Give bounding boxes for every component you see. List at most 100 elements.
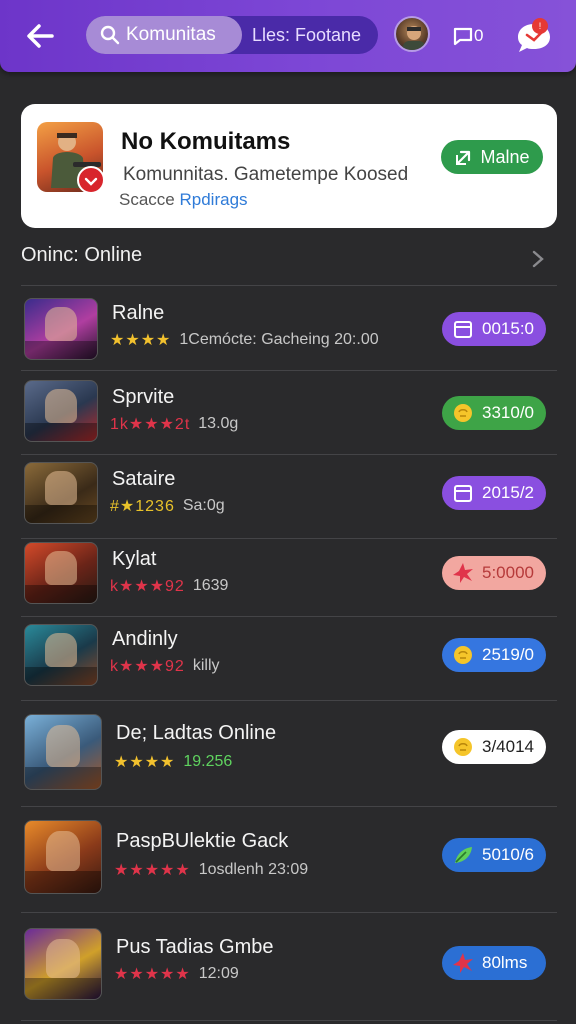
divider xyxy=(21,616,557,617)
game-status-badge[interactable]: 3310/0 xyxy=(442,396,546,430)
coin-icon xyxy=(452,736,474,758)
badge-label: 3310/0 xyxy=(482,403,534,422)
game-meta-text: Sa:0g xyxy=(182,497,225,514)
join-label: Malne xyxy=(480,146,530,167)
messages-count: 0 xyxy=(474,26,484,45)
game-row[interactable]: Kylat k★★★92 1639 5:0000 xyxy=(21,538,557,616)
game-status-badge[interactable]: 80lms xyxy=(442,946,546,980)
game-title: Andinly xyxy=(112,628,178,650)
game-status-badge[interactable]: 0015:0 xyxy=(442,312,546,346)
chevron-right-icon[interactable] xyxy=(530,250,546,268)
game-thumbnail xyxy=(24,928,102,1000)
game-meta: ★★★★ 19.256 xyxy=(114,752,232,772)
game-meta-text: 1Cemócte: Gacheing 20:.00 xyxy=(179,331,379,348)
divider xyxy=(21,454,557,455)
coin-icon xyxy=(452,644,474,666)
top-app-bar: Komunitas Lles: Footane 0 ! xyxy=(0,0,576,72)
game-title: PaspBUlektie Gack xyxy=(116,830,289,852)
game-title: De; Ladtas Online xyxy=(116,722,277,744)
community-meta: Scacce Rpdirags xyxy=(119,190,248,210)
star-rating: ★★★★★ xyxy=(114,966,191,983)
game-title: Kylat xyxy=(112,548,157,570)
community-card[interactable]: No Komuitams Komunnitas. Gametempe Koose… xyxy=(21,104,557,228)
search-icon xyxy=(100,25,120,45)
game-row[interactable]: Sataire #★1236 Sa:0g 2015/2 xyxy=(21,456,557,538)
game-status-badge[interactable]: 5:0000 xyxy=(442,556,546,590)
calendar-icon xyxy=(452,318,474,340)
game-meta-text: 1639 xyxy=(192,577,229,594)
game-row[interactable]: Andinly k★★★92 killy 2519/0 xyxy=(21,618,557,700)
game-status-badge[interactable]: 2015/2 xyxy=(442,476,546,510)
join-button[interactable]: Malne xyxy=(441,140,543,174)
back-button[interactable] xyxy=(22,18,58,54)
star-rating: ★★★★ xyxy=(110,332,172,349)
section-title: Oninc: Online xyxy=(21,244,143,266)
search-button[interactable]: Komunitas xyxy=(86,16,242,54)
game-row[interactable]: Pus Tadias Gmbe ★★★★★ 12:09 80lms xyxy=(21,914,557,1020)
badge-label: 5:0000 xyxy=(482,563,534,582)
game-thumbnail xyxy=(24,820,102,894)
game-row[interactable]: De; Ladtas Online ★★★★ 19.256 3/4014 xyxy=(21,702,557,806)
divider xyxy=(21,912,557,913)
game-thumbnail xyxy=(24,462,98,524)
community-meta-prefix: Scacce xyxy=(119,190,175,209)
game-meta: k★★★92 killy xyxy=(110,656,220,676)
badge-label: 80lms xyxy=(482,953,528,972)
user-avatar[interactable] xyxy=(394,16,430,52)
star-rating: #★1236 xyxy=(110,498,175,515)
game-status-badge[interactable]: 5010/6 xyxy=(442,838,546,872)
calendar-icon xyxy=(452,482,474,504)
game-meta-text: killy xyxy=(192,657,220,674)
badge-label: 2519/0 xyxy=(482,645,534,664)
game-meta-text: 1osdlenh 23:09 xyxy=(198,861,309,878)
game-meta: k★★★92 1639 xyxy=(110,576,228,596)
divider xyxy=(21,1020,557,1021)
community-badge-icon xyxy=(77,166,105,194)
game-meta: ★★★★★ 12:09 xyxy=(114,964,239,984)
game-status-badge[interactable]: 2519/0 xyxy=(442,638,546,672)
game-thumbnail xyxy=(24,714,102,790)
community-subtitle: Komunnitas. Gametempe Koosed xyxy=(123,164,409,185)
badge-label: 3/4014 xyxy=(482,737,534,756)
leaf-icon xyxy=(452,844,474,866)
coin-icon xyxy=(452,402,474,424)
game-title: Pus Tadias Gmbe xyxy=(116,936,274,958)
divider xyxy=(21,285,557,286)
badge-label: 2015/2 xyxy=(482,483,534,502)
game-row[interactable]: Sprvite 1k★★★2t 13.0g 3310/0 xyxy=(21,372,557,454)
divider xyxy=(21,370,557,371)
section-header[interactable]: Oninc: Online xyxy=(21,244,551,274)
arrow-up-right-icon xyxy=(456,150,471,165)
community-title: No Komuitams xyxy=(121,128,291,155)
game-thumbnail xyxy=(24,542,98,604)
game-thumbnail xyxy=(24,624,98,686)
game-meta: ★★★★★ 1osdlenh 23:09 xyxy=(114,860,308,880)
divider xyxy=(21,806,557,807)
star-rating: k★★★92 xyxy=(110,658,185,675)
game-row[interactable]: PaspBUlektie Gack ★★★★★ 1osdlenh 23:09 5010… xyxy=(21,808,557,912)
star-rating: ★★★★ xyxy=(114,754,176,771)
search-filter-pill: Komunitas Lles: Footane xyxy=(86,16,378,54)
game-title: Sprvite xyxy=(112,386,175,408)
badge-label: 0015:0 xyxy=(482,319,534,338)
arrow-left-icon xyxy=(27,24,54,48)
game-meta-text: 19.256 xyxy=(183,753,233,770)
community-meta-link[interactable]: Rpdirags xyxy=(179,190,247,209)
game-meta: 1k★★★2t 13.0g xyxy=(110,414,238,434)
badge-label: 5010/6 xyxy=(482,845,534,864)
game-meta: ★★★★ 1Cemócte: Gacheing 20:.00 xyxy=(110,330,379,350)
notification-badge: ! xyxy=(532,18,548,34)
game-status-badge[interactable]: 3/4014 xyxy=(442,730,546,764)
game-thumbnail xyxy=(24,380,98,442)
game-meta: #★1236 Sa:0g xyxy=(110,496,225,516)
messages-button[interactable]: 0 xyxy=(452,22,483,50)
game-meta-text: 12:09 xyxy=(198,965,239,982)
avatar-image xyxy=(403,26,425,50)
search-label: Komunitas xyxy=(126,24,216,45)
game-thumbnail xyxy=(24,298,98,360)
message-square-icon xyxy=(453,27,473,46)
game-row[interactable]: Ralne ★★★★ 1Cemócte: Gacheing 20:.00 0015:0 xyxy=(21,288,557,370)
star-rating: ★★★★★ xyxy=(114,862,191,879)
star-rating: k★★★92 xyxy=(110,578,185,595)
filter-button[interactable]: Lles: Footane xyxy=(252,16,361,54)
